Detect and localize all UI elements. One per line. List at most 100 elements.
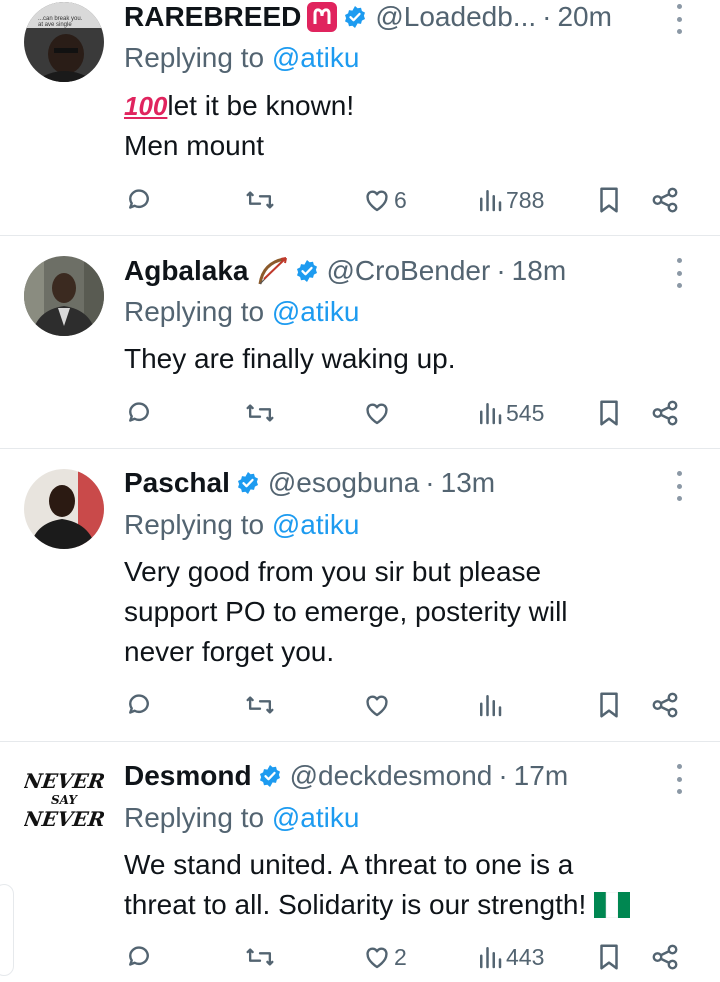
views-button[interactable] (476, 688, 504, 722)
reply-icon (129, 946, 149, 966)
like-button[interactable] (362, 688, 392, 722)
like-icon (366, 947, 388, 969)
replying-to: Replying to @atiku (124, 42, 359, 74)
bookmark-button[interactable] (596, 396, 622, 430)
views-icon (480, 190, 502, 212)
tweet-header: Paschal @esogbuna · 13m (124, 464, 660, 502)
bookmark-icon (600, 187, 618, 213)
action-bar: 6 788 (124, 183, 684, 217)
view-count: 788 (506, 186, 545, 213)
hundred-emoji-icon: 100 (124, 91, 168, 121)
retweet-button[interactable] (244, 688, 276, 722)
replying-to: Replying to @atiku (124, 509, 359, 541)
timestamp[interactable]: 13m (441, 467, 495, 499)
tweet-header: Agbalaka @CroBender · 18m (124, 252, 660, 290)
tweet-agbalaka[interactable]: Agbalaka @CroBender · 18m Replying to @a… (0, 236, 720, 449)
mention-link[interactable]: @atiku (272, 296, 360, 327)
avatar[interactable] (24, 256, 104, 336)
avatar-caption: ...can break you. at ave single (38, 16, 83, 28)
share-button[interactable] (650, 183, 680, 217)
bookmark-button[interactable] (596, 688, 622, 722)
share-icon (652, 400, 678, 426)
handle[interactable]: @CroBender (327, 255, 491, 287)
avatar[interactable] (24, 469, 104, 549)
avatar-image (24, 256, 104, 336)
tweet-line-1: We stand united. A threat to one is a (124, 849, 574, 880)
avatar[interactable]: ...can break you. at ave single (24, 2, 104, 82)
retweet-icon (246, 696, 274, 714)
like-button[interactable]: 6 (362, 183, 407, 217)
tweet-text: 100let it be known! Men mount (124, 86, 696, 166)
avatar-logo-line-2: SAY (51, 793, 77, 807)
separator-dot: · (425, 467, 435, 498)
tweet-header: RAREBREED @Loadedb... · 20m (124, 0, 660, 36)
tweet-line-2: threat to all. Solidarity is our strengt… (124, 889, 587, 920)
reply-button[interactable] (124, 688, 154, 722)
bookmark-icon (600, 400, 618, 426)
replying-prefix: Replying to (124, 296, 265, 327)
tweet-desmond[interactable]: NEVER SAY NEVER Desmond @deckdesmond · 1… (0, 742, 720, 982)
replying-prefix: Replying to (124, 802, 265, 833)
retweet-button[interactable] (244, 396, 276, 430)
nigeria-flag-icon (594, 892, 631, 918)
reply-icon (129, 189, 149, 209)
tweet-text-line: 100let it be known! (124, 86, 696, 126)
more-icon[interactable] (672, 4, 686, 34)
replying-to: Replying to @atiku (124, 296, 359, 328)
like-button[interactable] (362, 396, 392, 430)
replying-prefix: Replying to (124, 42, 265, 73)
timestamp[interactable]: 17m (514, 760, 568, 792)
reply-icon (129, 402, 149, 422)
tweet-line-wrap: threat to all. Solidarity is our strengt… (124, 885, 696, 925)
views-button[interactable]: 545 (476, 396, 544, 430)
reply-button[interactable] (124, 396, 154, 430)
more-icon[interactable] (672, 471, 686, 501)
avatar-image (24, 2, 104, 82)
handle[interactable]: @Loadedb... (375, 1, 536, 33)
timestamp[interactable]: 18m (512, 255, 566, 287)
bow-and-arrow-icon (255, 255, 289, 287)
retweet-button[interactable] (244, 183, 276, 217)
display-name[interactable]: RAREBREED (124, 1, 301, 33)
bookmark-button[interactable] (596, 183, 622, 217)
avatar-logo-line-1: NEVER (24, 769, 104, 793)
handle[interactable]: @deckdesmond (290, 760, 493, 792)
share-button[interactable] (650, 688, 680, 722)
display-name[interactable]: Desmond (124, 760, 252, 792)
more-icon[interactable] (672, 258, 686, 288)
view-count: 545 (506, 399, 545, 426)
verified-badge-icon (236, 471, 260, 495)
avatar[interactable]: NEVER SAY NEVER (24, 764, 104, 844)
tweet-header: Desmond @deckdesmond · 17m (124, 757, 660, 795)
share-button[interactable] (650, 396, 680, 430)
display-name[interactable]: Paschal (124, 467, 230, 499)
mention-link[interactable]: @atiku (272, 802, 360, 833)
handle[interactable]: @esogbuna (268, 467, 419, 499)
action-bar: 545 (124, 396, 684, 430)
retweet-icon (246, 404, 274, 422)
tweet-line-2: support PO to emerge, posterity will (124, 596, 568, 627)
timestamp[interactable]: 20m (557, 1, 611, 33)
share-icon (652, 692, 678, 718)
reply-button[interactable] (124, 183, 154, 217)
separator-dot: · (542, 1, 552, 32)
tweet-paschal[interactable]: Paschal @esogbuna · 13m Replying to @ati… (0, 449, 720, 742)
tweet-line-3: never forget you. (124, 636, 335, 667)
like-count: 2 (394, 943, 407, 970)
like-icon (366, 403, 388, 425)
mention-link[interactable]: @atiku (272, 509, 360, 540)
more-icon[interactable] (672, 764, 686, 794)
view-count: 443 (506, 943, 545, 970)
avatar-logo-line-3: NEVER (24, 807, 104, 831)
floating-panel-edge (0, 884, 14, 976)
display-name[interactable]: Agbalaka (124, 255, 249, 287)
tweet-rarebreed[interactable]: ...can break you. at ave single RAREBREE… (0, 0, 720, 236)
mention-link[interactable]: @atiku (272, 42, 360, 73)
tweet-text: We stand united. A threat to one is a th… (124, 845, 696, 925)
tweet-line-1: Very good from you sir but please (124, 556, 542, 587)
tweet-line-2: Men mount (124, 130, 265, 161)
share-icon (652, 187, 678, 213)
avatar-image (24, 469, 104, 549)
views-button[interactable]: 788 (476, 183, 544, 217)
aries-icon (307, 2, 338, 32)
